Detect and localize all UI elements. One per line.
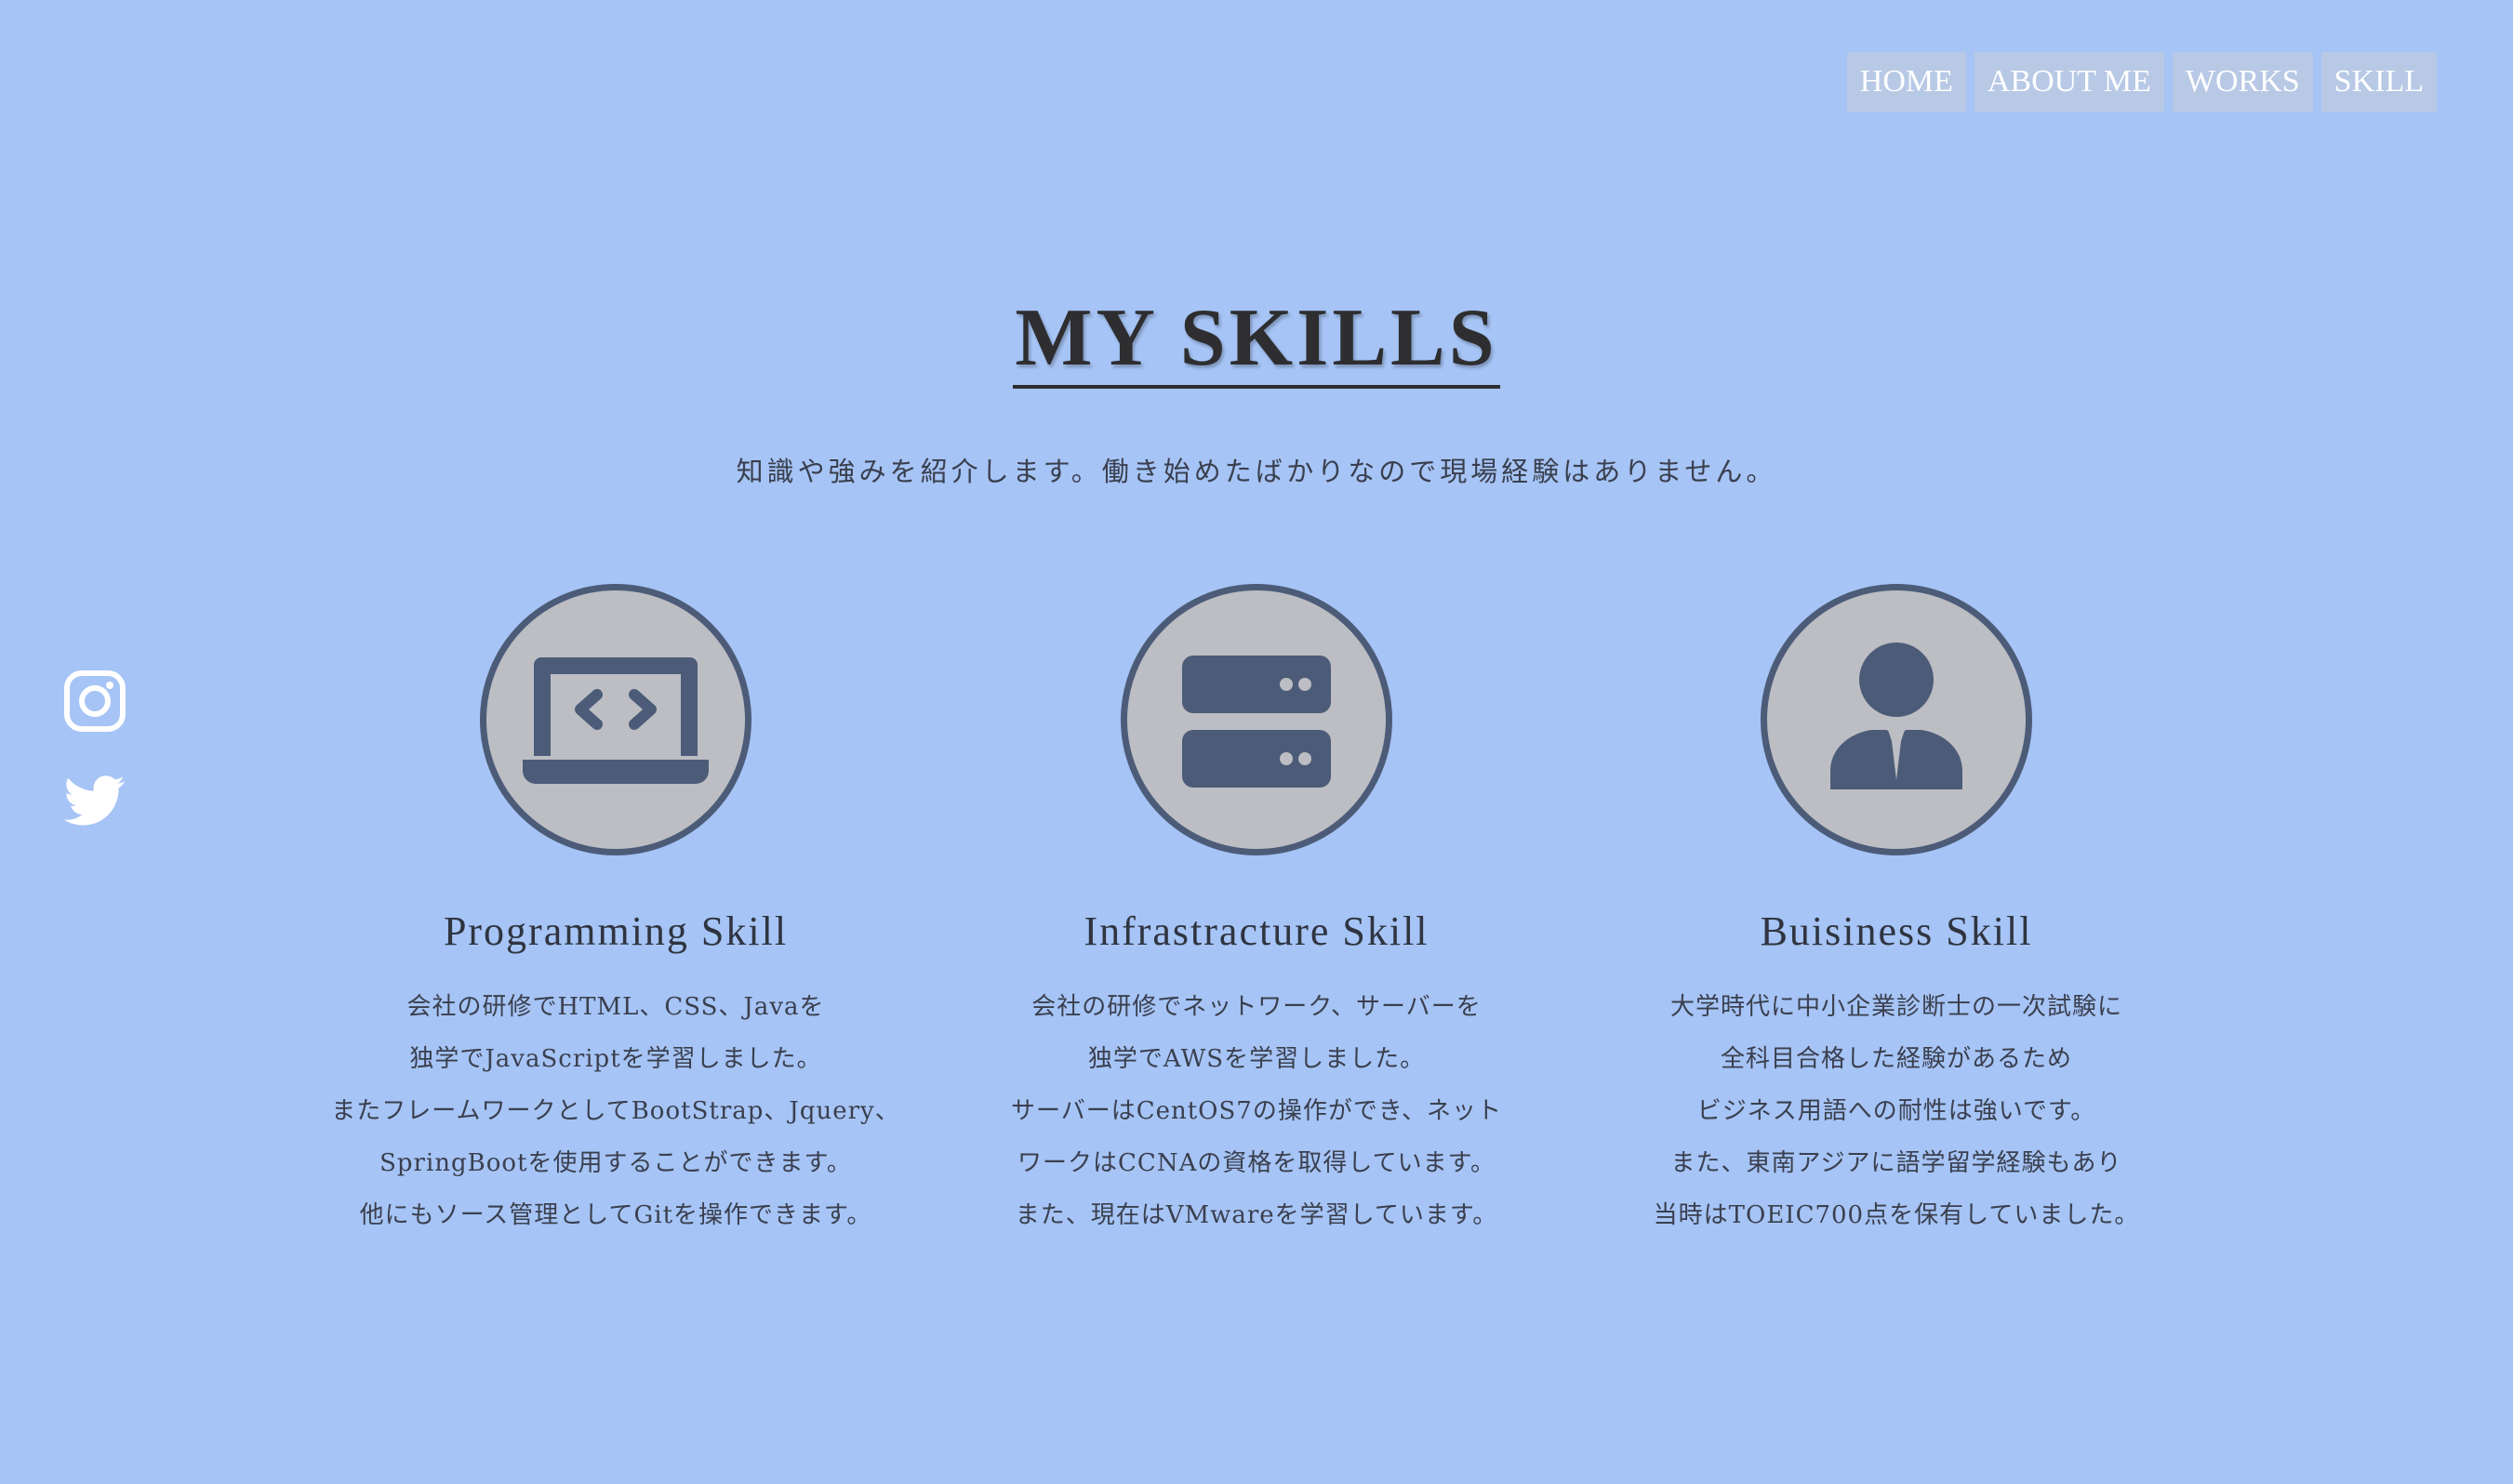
skill-title: Buisiness Skill xyxy=(1760,908,2033,954)
skill-desc-line: 独学でAWSを学習しました。 xyxy=(1087,1045,1426,1073)
top-nav: HOME ABOUT ME WORKS SKILL xyxy=(1846,52,2437,112)
nav-works[interactable]: WORKS xyxy=(2172,52,2313,112)
skill-description: 会社の研修でネットワーク、サーバーを 独学でAWSを学習しました。 サーバーはC… xyxy=(959,981,1554,1241)
skill-desc-line: SpringBootを使用することができます。 xyxy=(379,1149,852,1177)
nav-skill[interactable]: SKILL xyxy=(2320,52,2437,112)
instagram-icon[interactable] xyxy=(61,668,128,735)
nav-home[interactable]: HOME xyxy=(1846,52,1966,112)
skill-title: Programming Skill xyxy=(443,908,789,954)
skill-desc-line: 他にもソース管理としてGitを操作できます。 xyxy=(359,1201,872,1229)
page-title: MY SKILLS xyxy=(1013,294,1500,389)
title-wrap: MY SKILLS xyxy=(0,294,2513,389)
social-links xyxy=(61,668,128,868)
skill-desc-line: また、東南アジアに語学留学経験もあり xyxy=(1670,1149,2122,1177)
nav-about-me[interactable]: ABOUT ME xyxy=(1974,52,2164,112)
server-icon xyxy=(1182,656,1331,788)
skill-card-infrastructure: Infrastracture Skill 会社の研修でネットワーク、サーバーを … xyxy=(959,584,1554,1241)
skill-desc-line: サーバーはCentOS7の操作ができ、ネット xyxy=(1010,1097,1503,1125)
page: HOME ABOUT ME WORKS SKILL MY SKILLS 知識や強… xyxy=(0,0,2513,1484)
skill-card-business: Buisiness Skill 大学時代に中小企業診断士の一次試験に 全科目合格… xyxy=(1599,584,2194,1241)
skill-desc-line: また、現在はVMwareを学習しています。 xyxy=(1015,1201,1498,1229)
skill-desc-line: 会社の研修でHTML、CSS、Javaを xyxy=(406,993,825,1021)
skill-desc-line: 大学時代に中小企業診断士の一次試験に xyxy=(1669,993,2122,1021)
skill-description: 会社の研修でHTML、CSS、Javaを 独学でJavaScriptを学習しまし… xyxy=(318,981,913,1241)
skill-icon-circle xyxy=(1121,584,1392,855)
skill-desc-line: またフレームワークとしてBootStrap、Jquery、 xyxy=(331,1097,900,1125)
skill-desc-line: 当時はTOEIC700点を保有していました。 xyxy=(1653,1201,2140,1229)
businessman-icon xyxy=(1830,643,1962,789)
skill-icon-circle xyxy=(480,584,751,855)
skill-desc-line: 会社の研修でネットワーク、サーバーを xyxy=(1031,993,1482,1021)
skill-card-programming: Programming Skill 会社の研修でHTML、CSS、Javaを 独… xyxy=(318,584,913,1241)
skill-desc-line: 全科目合格した経験があるため xyxy=(1720,1045,2072,1073)
skill-description: 大学時代に中小企業診断士の一次試験に 全科目合格した経験があるため ビジネス用語… xyxy=(1599,981,2194,1241)
laptop-code-icon xyxy=(523,657,709,784)
skill-icon-circle xyxy=(1761,584,2032,855)
twitter-icon[interactable] xyxy=(61,768,128,835)
skill-desc-line: ビジネス用語への耐性は強いです。 xyxy=(1696,1097,2096,1125)
skill-title: Infrastracture Skill xyxy=(1084,908,1429,954)
skill-desc-line: ワークはCCNAの資格を取得しています。 xyxy=(1017,1149,1496,1177)
page-subtitle: 知識や強みを紹介します。働き始めたばかりなので現場経験はありません。 xyxy=(736,456,1777,487)
skill-desc-line: 独学でJavaScriptを学習しました。 xyxy=(409,1045,822,1073)
